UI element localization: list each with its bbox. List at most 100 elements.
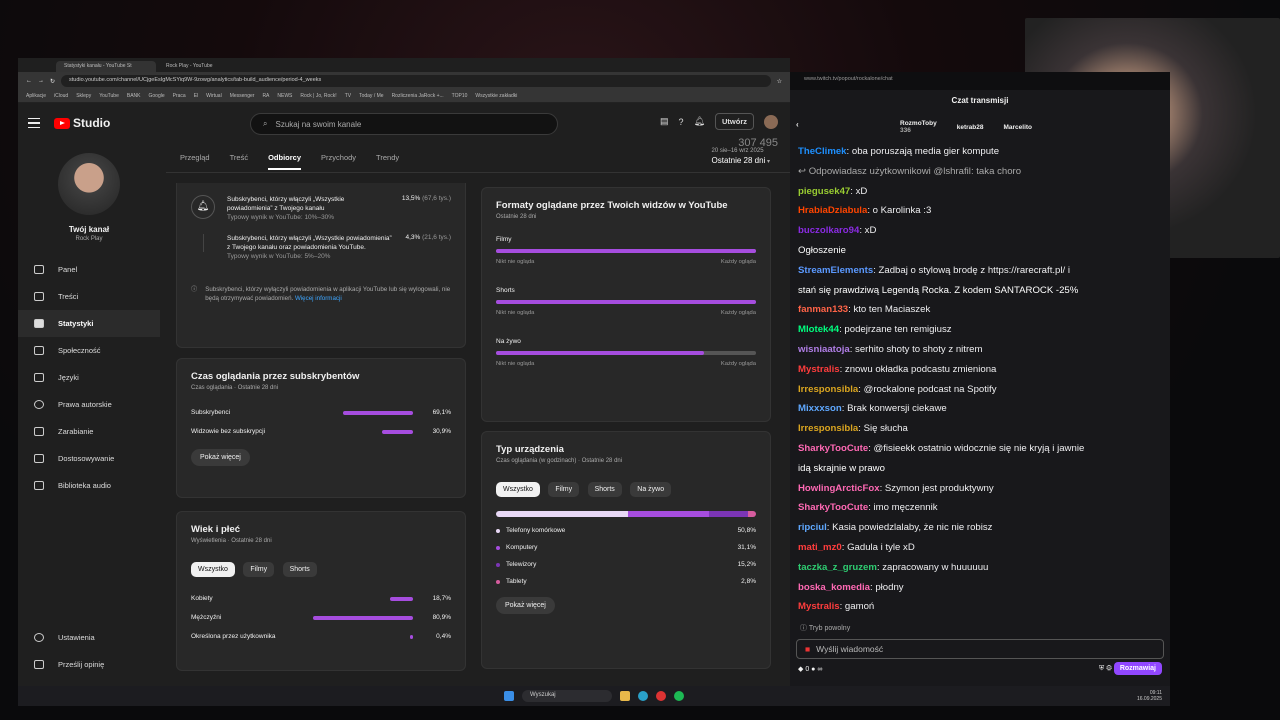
subtitles-icon[interactable]: ▤ (660, 116, 669, 127)
browser-tab-2[interactable]: Rock Play - YouTube (158, 61, 258, 72)
gift-leader[interactable]: ketrab28 (957, 124, 984, 131)
chat-input[interactable]: ■ Wyślij wiadomość (796, 639, 1164, 660)
filter-all[interactable]: Wszystko (496, 482, 540, 497)
tab-audience[interactable]: Odbiorcy (268, 153, 302, 170)
sidebar-item-community[interactable]: Społeczność (18, 337, 160, 364)
browser-tab-1[interactable]: Statystyki kanału - YouTube St (56, 61, 156, 72)
channel-points[interactable]: ◆ 0 ● ∞ (798, 665, 822, 673)
gear-icon[interactable]: ⚙ (1106, 665, 1112, 672)
chat-username[interactable]: Mlotek44 (798, 324, 839, 335)
sidebar-item-audio-library[interactable]: Biblioteka audio (18, 472, 160, 499)
format-fill (496, 249, 756, 253)
bookmark[interactable]: NEWS (277, 93, 292, 99)
chrome-icon[interactable] (656, 691, 666, 701)
explorer-icon[interactable] (620, 691, 630, 701)
period-selector[interactable]: 307 495 20 sie–16 wrz 2025 Ostatnie 28 d… (712, 138, 779, 167)
bookmark[interactable]: TOP10 (452, 93, 468, 99)
bookmark[interactable]: Aplikacje (26, 93, 46, 99)
forward-icon[interactable]: → (38, 78, 44, 84)
collapse-icon[interactable]: ‹ (796, 120, 799, 129)
tab-revenue[interactable]: Przychody (321, 153, 356, 162)
filter-videos[interactable]: Filmy (548, 482, 580, 497)
back-icon[interactable]: ← (26, 78, 32, 84)
windows-start-icon[interactable] (504, 691, 514, 701)
menu-icon[interactable] (28, 117, 40, 129)
chat-username[interactable]: fanman133 (798, 304, 848, 315)
url-field[interactable]: studio.youtube.com/channel/UCjgeEsIgMcSY… (61, 75, 771, 87)
bookmark[interactable]: El (194, 93, 198, 99)
bookmark[interactable]: Rock | Jo, Rock! (300, 93, 336, 99)
bookmark[interactable]: TV (345, 93, 351, 99)
chat-username[interactable]: boska_komedia (798, 582, 870, 593)
bookmark[interactable]: RA (262, 93, 269, 99)
bookmark[interactable]: Wirtual (206, 93, 222, 99)
chat-username[interactable]: TheClimek (798, 146, 847, 157)
chat-send-button[interactable]: Rozmawiaj (1113, 662, 1162, 676)
bookmark[interactable]: iCloud (54, 93, 68, 99)
chat-username[interactable]: Mystralis (798, 601, 840, 612)
gift-leader[interactable]: Marcelito (1003, 124, 1032, 131)
chat-username[interactable]: HowlingArcticFox (798, 483, 880, 494)
filter-videos[interactable]: Filmy (243, 562, 275, 577)
chat-username[interactable]: Mystralis (798, 364, 840, 375)
sidebar-item-earn[interactable]: Zarabianie (18, 418, 160, 445)
chat-username[interactable]: wisniaatoja (798, 344, 850, 355)
edge-icon[interactable] (638, 691, 648, 701)
star-icon[interactable]: ☆ (777, 78, 782, 85)
channel-search[interactable]: ⌕ Szukaj na swoim kanale (250, 113, 558, 135)
create-button[interactable]: Utwórz (715, 113, 754, 130)
show-more-button[interactable]: Pokaż więcej (191, 449, 250, 466)
bookmark[interactable]: Praca (173, 93, 186, 99)
show-more-button[interactable]: Pokaż więcej (496, 597, 555, 614)
chat-username[interactable]: piegusek47 (798, 186, 850, 197)
gift-leader[interactable]: RozmoToby 336 (900, 120, 937, 134)
chat-username[interactable]: ripciul (798, 522, 827, 533)
filter-shorts[interactable]: Shorts (587, 482, 622, 497)
reload-icon[interactable]: ↻ (50, 78, 55, 85)
chat-text: : podejrzane ten remigiusz (839, 324, 952, 336)
taskbar-search[interactable]: Wyszukaj (522, 690, 612, 702)
tab-trends[interactable]: Trendy (376, 153, 399, 162)
chat-username[interactable]: HrabiaDziabula (798, 205, 867, 216)
sidebar-item-languages[interactable]: Języki (18, 364, 160, 391)
help-icon[interactable]: ? (679, 117, 684, 127)
device-value: 2,8% (741, 578, 756, 585)
filter-live[interactable]: Na żywo (630, 482, 672, 497)
chat-username[interactable]: mati_mz0 (798, 542, 842, 553)
format-track (496, 351, 756, 355)
bell-icon[interactable]: 🔔︎ (694, 116, 705, 127)
tab-content[interactable]: Treść (230, 153, 248, 162)
studio-logo[interactable]: Studio (54, 116, 110, 130)
sidebar-item-feedback[interactable]: Prześlij opinię (18, 651, 160, 678)
shield-icon[interactable]: ⛨ (1099, 665, 1104, 672)
chat-username[interactable]: taczka_z_gruzem (798, 562, 877, 573)
sidebar-item-panel[interactable]: Panel (18, 256, 160, 283)
bookmark[interactable]: Sklepy (76, 93, 91, 99)
chat-username[interactable]: buczolkaro94 (798, 225, 859, 236)
spotify-icon[interactable] (674, 691, 684, 701)
chat-username[interactable]: SharkyTooCute (798, 443, 868, 454)
sidebar-item-content[interactable]: Treści (18, 283, 160, 310)
chat-username[interactable]: Irresponsibla (798, 423, 858, 434)
bookmark[interactable]: BANK (127, 93, 141, 99)
bookmark[interactable]: YouTube (99, 93, 119, 99)
bookmark[interactable]: Google (149, 93, 165, 99)
channel-avatar[interactable] (58, 153, 120, 215)
filter-shorts[interactable]: Shorts (282, 562, 317, 577)
chat-username[interactable]: StreamElements (798, 265, 873, 276)
learn-more-link[interactable]: Więcej informacji (295, 295, 342, 302)
tab-overview[interactable]: Przegląd (180, 153, 210, 162)
chat-username[interactable]: Irresponsibla (798, 384, 858, 395)
bookmark[interactable]: Messenger (230, 93, 255, 99)
bookmark[interactable]: Rozliczenia JaRock +... (392, 93, 444, 99)
bookmark[interactable]: Today / Me (359, 93, 383, 99)
filter-all[interactable]: Wszystko (191, 562, 235, 577)
sidebar-item-analytics[interactable]: Statystyki (18, 310, 160, 337)
bookmark-all[interactable]: Wszystkie zakładki (475, 93, 517, 99)
sidebar-item-customization[interactable]: Dostosowywanie (18, 445, 160, 472)
chat-username[interactable]: SharkyTooCute (798, 502, 868, 513)
sidebar-item-settings[interactable]: Ustawienia (18, 624, 160, 651)
avatar[interactable] (764, 114, 778, 129)
chat-username[interactable]: Mixxxson (798, 403, 842, 414)
sidebar-item-copyright[interactable]: Prawa autorskie (18, 391, 160, 418)
